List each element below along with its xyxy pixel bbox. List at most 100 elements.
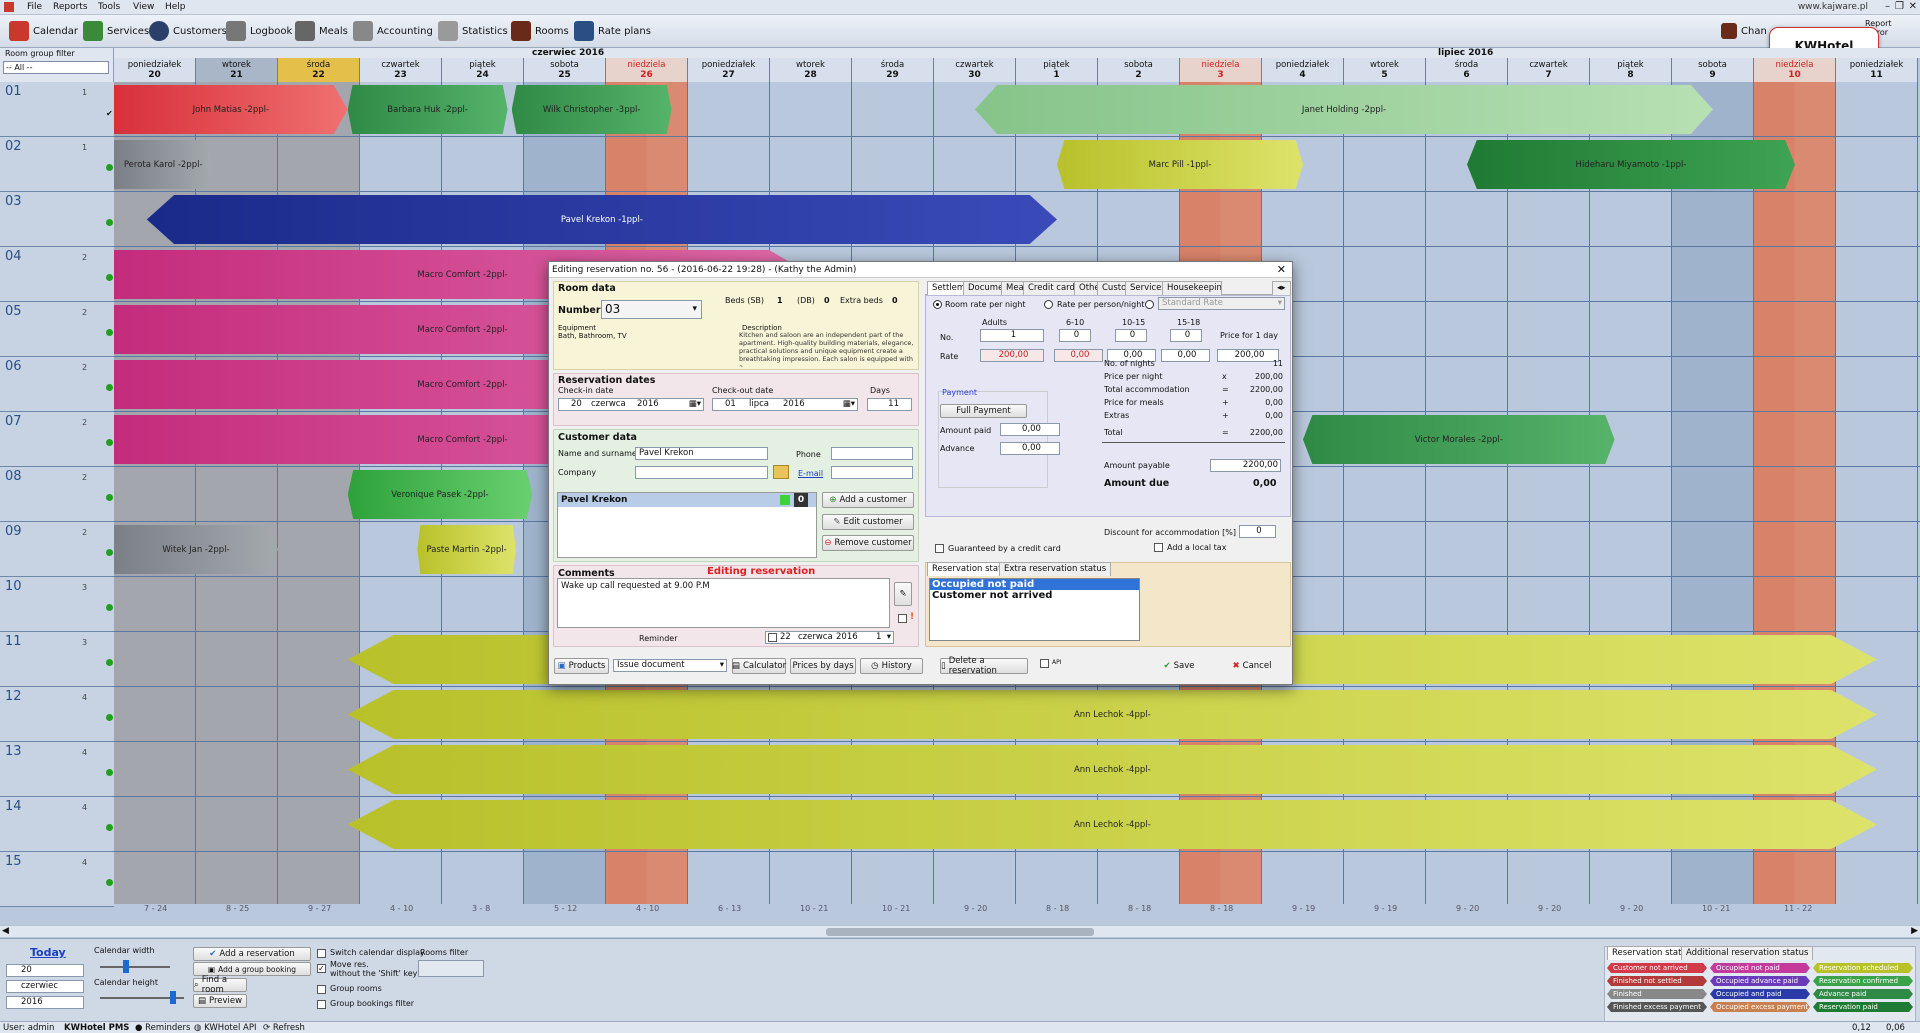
room-row-header[interactable]: 05 2 [0, 302, 114, 357]
day-header-cell[interactable]: piątek 24 [442, 58, 524, 82]
toolbar-meals-button[interactable]: Meals [292, 19, 351, 43]
room-row-header[interactable]: 12 4 [0, 687, 114, 742]
scroll-left-icon[interactable]: ◀ [2, 926, 9, 936]
customer-list-item[interactable]: Pavel Krekon 0 [558, 493, 816, 507]
day-header-cell[interactable]: sobota 25 [524, 58, 606, 82]
menu-file[interactable]: File [27, 2, 42, 12]
api-checkbox[interactable] [1040, 659, 1049, 668]
room-row-header[interactable]: 04 2 [0, 247, 114, 302]
toolbar-accounting-button[interactable]: Accounting [350, 19, 436, 43]
dialog-close-icon[interactable]: ✕ [1277, 263, 1286, 276]
comments-textarea[interactable]: Wake up call requested at 9.00 P.M [557, 578, 890, 628]
toolbar-logbook-button[interactable]: Logbook [223, 19, 295, 43]
today-link[interactable]: Today [30, 946, 66, 959]
reservation-block[interactable]: Wilk Christopher -3ppl- [511, 85, 672, 134]
tab-credit-card[interactable]: Credit card [1023, 281, 1080, 295]
room-row-header[interactable]: 03 [0, 192, 114, 247]
status-list[interactable]: Occupied not paid Customer not arrived [929, 578, 1140, 641]
day-header-cell[interactable]: poniedziałek 11 [1836, 58, 1918, 82]
horizontal-scrollbar[interactable]: ◀ ▶ [0, 925, 1920, 937]
reservation-block[interactable]: Ann Lechok -4ppl- [347, 800, 1877, 849]
api-button[interactable]: ◍ KWHotel API [194, 1023, 256, 1033]
prices-by-days-button[interactable]: Prices by days [790, 658, 856, 674]
minimize-icon[interactable]: – [1885, 1, 1890, 12]
menu-help[interactable]: Help [165, 2, 186, 12]
toolbar-services-button[interactable]: Services [80, 19, 152, 43]
cancel-button[interactable]: ✖ Cancel [1219, 658, 1285, 674]
no-6-10-input[interactable]: 0 [1059, 329, 1091, 342]
amount-payable-input[interactable]: 2200,00 [1210, 459, 1281, 472]
day-header-cell[interactable]: poniedziałek 4 [1262, 58, 1344, 82]
reminder-checkbox[interactable] [768, 633, 777, 642]
room-row-header[interactable]: 15 4 [0, 852, 114, 907]
month-spinner[interactable]: czerwiec [6, 980, 84, 993]
reservation-block[interactable]: Hideharu Miyamoto -1ppl- [1467, 140, 1795, 189]
rate-person-radio[interactable] [1044, 300, 1053, 309]
status-option[interactable]: Customer not arrived [930, 590, 1139, 601]
reservation-block[interactable]: Pavel Krekon -1ppl- [146, 195, 1057, 244]
move-res-checkbox[interactable]: ✓ [317, 964, 326, 973]
checkin-date-field[interactable]: 20 czerwca 2016 ▦▾ [558, 398, 704, 411]
room-row-header[interactable]: 06 2 [0, 357, 114, 412]
room-row-header[interactable]: 10 3 [0, 577, 114, 632]
slider-thumb[interactable] [170, 991, 176, 1004]
day-spinner[interactable]: 20 [6, 964, 84, 977]
reservation-block[interactable]: Paste Martin -2ppl- [417, 525, 516, 574]
rate-6-10-input[interactable]: 0,00 [1054, 349, 1103, 362]
remove-customer-button[interactable]: ⊖ Remove customer [822, 535, 914, 551]
day-header-cell[interactable]: środa 6 [1426, 58, 1508, 82]
website-link[interactable]: www.kajware.pl [1798, 2, 1868, 12]
room-row-header[interactable]: 13 4 [0, 742, 114, 797]
phone-input[interactable] [831, 447, 913, 460]
email-link[interactable]: E-mail [798, 469, 823, 478]
reservation-block[interactable]: Marc Pill -1ppl- [1057, 140, 1303, 189]
calculator-button[interactable]: ▤ Calculator [732, 658, 786, 674]
status-option[interactable]: Occupied not paid [930, 579, 1139, 590]
history-button[interactable]: ◷ History [860, 658, 923, 674]
day-header-cell[interactable]: poniedziałek 20 [114, 58, 196, 82]
menu-view[interactable]: View [133, 2, 154, 12]
close-icon[interactable]: ✕ [1909, 1, 1917, 12]
save-button[interactable]: ✔ Save [1147, 658, 1211, 674]
reservation-block[interactable]: Veronique Pasek -2ppl- [347, 470, 533, 519]
delete-reservation-button[interactable]: ▯ Delete a reservation [940, 656, 1028, 676]
day-header-cell[interactable]: czwartek 30 [934, 58, 1016, 82]
day-header-cell[interactable]: niedziela 26 [606, 58, 688, 82]
tab-housekeeping-ca[interactable]: Housekeeping ca [1162, 281, 1222, 295]
day-header-cell[interactable]: środa 22 [278, 58, 360, 82]
preview-button[interactable]: ▤ Preview [193, 994, 247, 1008]
discount-spinner[interactable]: 0 [1239, 525, 1276, 538]
slider-thumb[interactable] [123, 960, 129, 973]
advance-input[interactable]: 0,00 [1000, 442, 1060, 455]
day-header-cell[interactable]: piątek 8 [1590, 58, 1672, 82]
day-header-cell[interactable]: sobota 2 [1098, 58, 1180, 82]
edit-customer-button[interactable]: ✎ Edit customer [822, 514, 914, 530]
group-bookings-filter-checkbox[interactable] [317, 1000, 326, 1009]
refresh-button[interactable]: ⟳ Refresh [263, 1023, 305, 1033]
day-header-cell[interactable]: piątek 1 [1016, 58, 1098, 82]
day-header-cell[interactable]: wtorek 5 [1344, 58, 1426, 82]
tab-extra-status[interactable]: Extra reservation status [999, 562, 1112, 576]
products-button[interactable]: ▣ Products [554, 658, 609, 674]
reservation-block[interactable]: Witek Jan -2ppl- [114, 525, 278, 574]
switch-display-checkbox[interactable] [317, 949, 326, 958]
rate-plan-radio[interactable] [1145, 300, 1154, 309]
rate-15-18-input[interactable]: 0,00 [1161, 349, 1210, 362]
menu-tools[interactable]: Tools [98, 2, 120, 12]
room-row-header[interactable]: 09 2 [0, 522, 114, 577]
find-room-button[interactable]: ⌕ Find a room [193, 975, 247, 995]
reservation-block[interactable]: John Matias -2ppl- [114, 85, 348, 134]
reminder-date-field[interactable]: 22 czerwca 2016 1 ▾ [765, 631, 894, 644]
comment-edit-button[interactable]: ✎ [894, 582, 912, 606]
calendar-width-slider[interactable] [100, 960, 170, 973]
reservation-block[interactable]: Janet Holding -2ppl- [975, 85, 1713, 134]
local-tax-checkbox[interactable] [1154, 543, 1163, 552]
calendar-picker-icon[interactable]: ▦▾ [843, 399, 855, 410]
scrollbar-thumb[interactable] [826, 928, 1094, 936]
toolbar-rooms-button[interactable]: Rooms [508, 19, 572, 43]
key-icon[interactable] [773, 465, 789, 479]
amount-paid-input[interactable]: 0,00 [1000, 423, 1060, 436]
toolbar-statistics-button[interactable]: Statistics [435, 19, 511, 43]
room-row-header[interactable]: 02 1 [0, 137, 114, 192]
toolbar-calendar-button[interactable]: Calendar [6, 19, 81, 43]
